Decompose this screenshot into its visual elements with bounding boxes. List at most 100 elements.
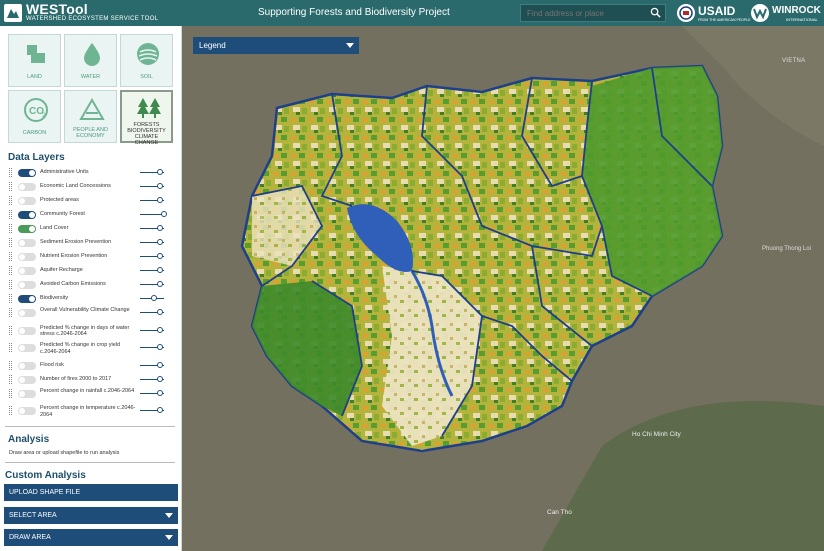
analysis-title: Analysis	[8, 434, 50, 445]
upload-shapefile-button[interactable]: UPLOAD SHAPE FILE	[4, 484, 178, 501]
slider-knob[interactable]	[157, 225, 164, 231]
water-drop-icon	[84, 43, 100, 66]
layer-name: Predicted % change in crop yield c.2046-…	[40, 342, 121, 355]
drag-handle-icon[interactable]	[9, 210, 12, 219]
opacity-slider[interactable]	[140, 225, 164, 231]
westool-logo-icon	[4, 4, 22, 22]
theme-tile-forests[interactable]: FORESTS BIODIVERSITY CLIMATE CHANGE	[120, 90, 173, 146]
drag-handle-icon[interactable]	[9, 168, 12, 177]
drag-handle-icon[interactable]	[9, 196, 12, 205]
layer-toggle[interactable]	[18, 169, 36, 177]
project-title: Supporting Forests and Biodiversity Proj…	[258, 7, 450, 18]
opacity-slider[interactable]	[140, 326, 164, 333]
slider-knob[interactable]	[157, 309, 164, 315]
drag-handle-icon[interactable]	[9, 280, 12, 289]
layer-toggle[interactable]	[18, 281, 36, 289]
theme-tile-carbon[interactable]: CO 2 CARBON	[8, 90, 61, 143]
land-icon	[27, 45, 45, 63]
opacity-slider[interactable]	[140, 239, 164, 245]
theme-tile-people-economy[interactable]: PEOPLE AND ECONOMY	[64, 90, 117, 143]
opacity-slider[interactable]	[140, 295, 164, 301]
layer-toggle[interactable]	[18, 407, 36, 415]
drag-handle-icon[interactable]	[9, 182, 12, 191]
slider-knob[interactable]	[157, 281, 164, 287]
slider-knob[interactable]	[157, 375, 164, 382]
map-canvas[interactable]: VIETNA Phuong Thong Loi Ho Chi Minh City…	[182, 26, 824, 551]
layer-toggle[interactable]	[18, 225, 36, 233]
chevron-down-icon	[165, 513, 173, 518]
slider-knob[interactable]	[157, 267, 164, 273]
layer-toggle[interactable]	[18, 295, 36, 303]
drag-handle-icon[interactable]	[9, 252, 12, 261]
opacity-slider[interactable]	[140, 253, 164, 259]
theme-tile-land[interactable]: LAND	[8, 34, 61, 87]
usaid-logo: USAID FROM THE AMERICAN PEOPLE	[676, 2, 750, 24]
drag-handle-icon[interactable]	[9, 294, 12, 303]
drag-handle-icon[interactable]	[9, 360, 12, 370]
slider-knob[interactable]	[157, 361, 164, 368]
select-area-dropdown[interactable]: SELECT AREA	[4, 507, 178, 524]
opacity-slider[interactable]	[140, 361, 164, 368]
opacity-slider[interactable]	[140, 344, 164, 350]
drag-handle-icon[interactable]	[9, 224, 12, 233]
theme-label: LAND	[27, 74, 42, 80]
data-layer-row: Aquifer Recharge	[0, 264, 180, 277]
layer-toggle[interactable]	[18, 239, 36, 247]
slider-knob[interactable]	[157, 407, 164, 413]
opacity-slider[interactable]	[140, 267, 164, 273]
legend-dropdown[interactable]: Legend	[193, 37, 359, 54]
opacity-slider[interactable]	[140, 389, 164, 396]
drag-handle-icon[interactable]	[9, 266, 12, 275]
slider-knob[interactable]	[157, 253, 164, 259]
opacity-slider[interactable]	[140, 169, 164, 175]
drag-handle-icon[interactable]	[9, 406, 12, 415]
layer-toggle[interactable]	[18, 361, 36, 370]
slider-knob[interactable]	[157, 183, 164, 189]
draw-area-dropdown[interactable]: DRAW AREA	[4, 529, 178, 546]
layer-name: Aquifer Recharge	[40, 267, 83, 273]
layer-toggle[interactable]	[18, 211, 36, 219]
slider-knob[interactable]	[151, 295, 158, 301]
layer-toggle[interactable]	[18, 375, 36, 384]
slider-knob[interactable]	[157, 169, 164, 175]
slider-knob[interactable]	[157, 197, 164, 203]
layer-name: Predicted % change in days of water stre…	[40, 324, 130, 338]
layer-toggle[interactable]	[18, 326, 36, 335]
opacity-slider[interactable]	[140, 309, 164, 315]
drag-handle-icon[interactable]	[9, 238, 12, 247]
opacity-slider[interactable]	[140, 407, 164, 413]
drag-handle-icon[interactable]	[9, 325, 12, 335]
layer-name: Overall Vulnerability Climate Change	[40, 307, 130, 313]
opacity-slider[interactable]	[140, 281, 164, 287]
theme-tile-soil[interactable]: SOIL	[120, 34, 173, 87]
slider-knob[interactable]	[161, 211, 167, 217]
data-layer-row: Number of fires 2000 to 2017	[0, 373, 180, 386]
opacity-slider[interactable]	[140, 183, 164, 189]
layer-toggle[interactable]	[18, 253, 36, 261]
slider-knob[interactable]	[157, 326, 164, 333]
theme-tile-water[interactable]: WATER	[64, 34, 117, 87]
layer-toggle[interactable]	[18, 309, 36, 317]
opacity-slider[interactable]	[140, 211, 167, 217]
winrock-w-icon	[751, 4, 769, 22]
layer-toggle[interactable]	[18, 183, 36, 191]
data-layers-title: Data Layers	[8, 152, 65, 163]
slider-knob[interactable]	[157, 239, 164, 245]
layer-toggle[interactable]	[18, 197, 36, 205]
search-input[interactable]	[520, 4, 666, 22]
layer-toggle[interactable]	[18, 344, 36, 352]
drag-handle-icon[interactable]	[9, 343, 12, 352]
opacity-slider[interactable]	[140, 197, 164, 203]
search-icon[interactable]	[650, 7, 661, 18]
opacity-slider[interactable]	[140, 375, 164, 382]
slider-knob[interactable]	[157, 389, 164, 396]
slider-knob[interactable]	[157, 344, 164, 350]
layer-toggle[interactable]	[18, 267, 36, 275]
layer-name: Biodiversity	[40, 295, 69, 301]
usaid-label: USAID	[698, 4, 736, 18]
data-layer-row: Predicted % change in days of water stre…	[0, 324, 180, 337]
drag-handle-icon[interactable]	[9, 388, 12, 398]
drag-handle-icon[interactable]	[9, 308, 12, 317]
layer-toggle[interactable]	[18, 389, 36, 398]
drag-handle-icon[interactable]	[9, 374, 12, 384]
